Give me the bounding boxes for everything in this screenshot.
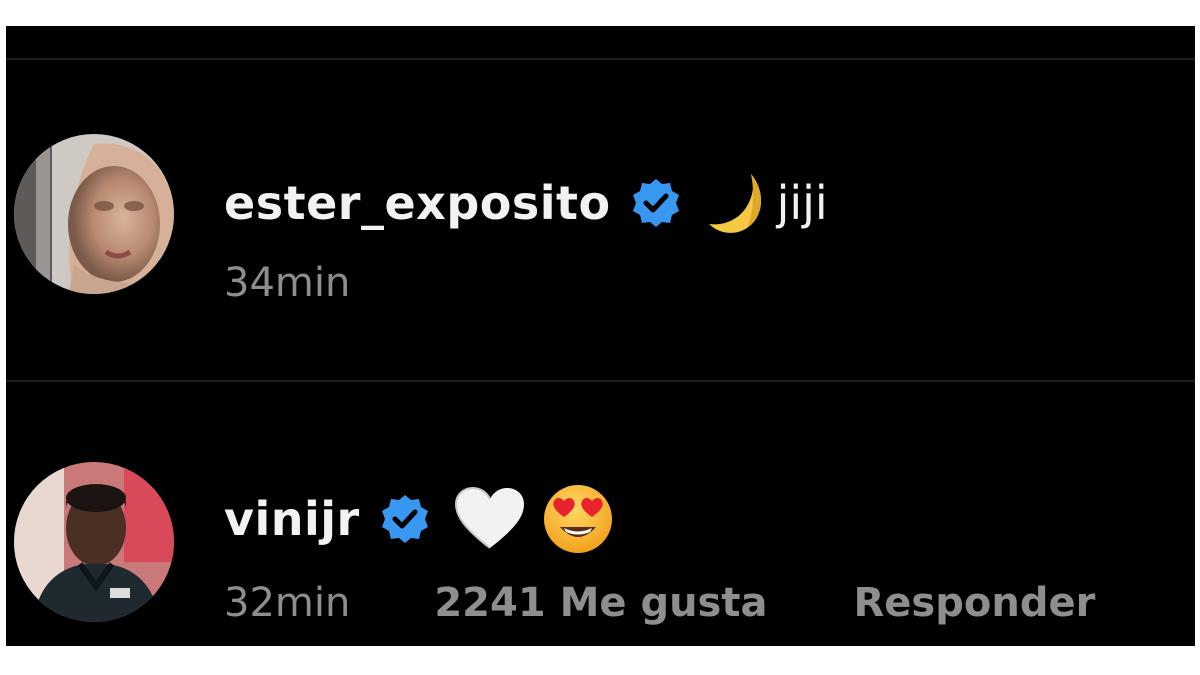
moon-icon <box>705 168 775 238</box>
heart-eyes-icon <box>542 483 614 555</box>
comment-meta: 34min <box>224 258 350 308</box>
timestamp: 32min <box>224 580 351 626</box>
username[interactable]: ester_exposito <box>224 176 611 230</box>
divider <box>6 58 1195 60</box>
verified-badge-icon <box>378 492 432 546</box>
avatar[interactable] <box>14 134 174 294</box>
comment-item: ester_exposito jiji 34min <box>6 116 1195 306</box>
username[interactable]: vinijr <box>224 492 360 546</box>
verified-badge-icon <box>629 176 683 230</box>
timestamp: 34min <box>224 260 351 306</box>
comments-panel: ester_exposito jiji 34min vinijr 32min 2… <box>6 26 1195 646</box>
comment-text: jiji <box>776 176 828 230</box>
white-heart-icon <box>454 486 526 552</box>
comment-item: vinijr 32min 2241 Me gusta Responder <box>6 444 1195 626</box>
divider <box>6 380 1195 382</box>
reply-button[interactable]: Responder <box>853 580 1095 626</box>
comment-header: ester_exposito jiji <box>224 168 828 238</box>
comment-header: vinijr <box>224 484 614 554</box>
likes-count-button[interactable]: 2241 Me gusta <box>434 580 767 626</box>
avatar[interactable] <box>14 462 174 622</box>
comment-meta: 32min 2241 Me gusta Responder <box>224 578 1095 628</box>
